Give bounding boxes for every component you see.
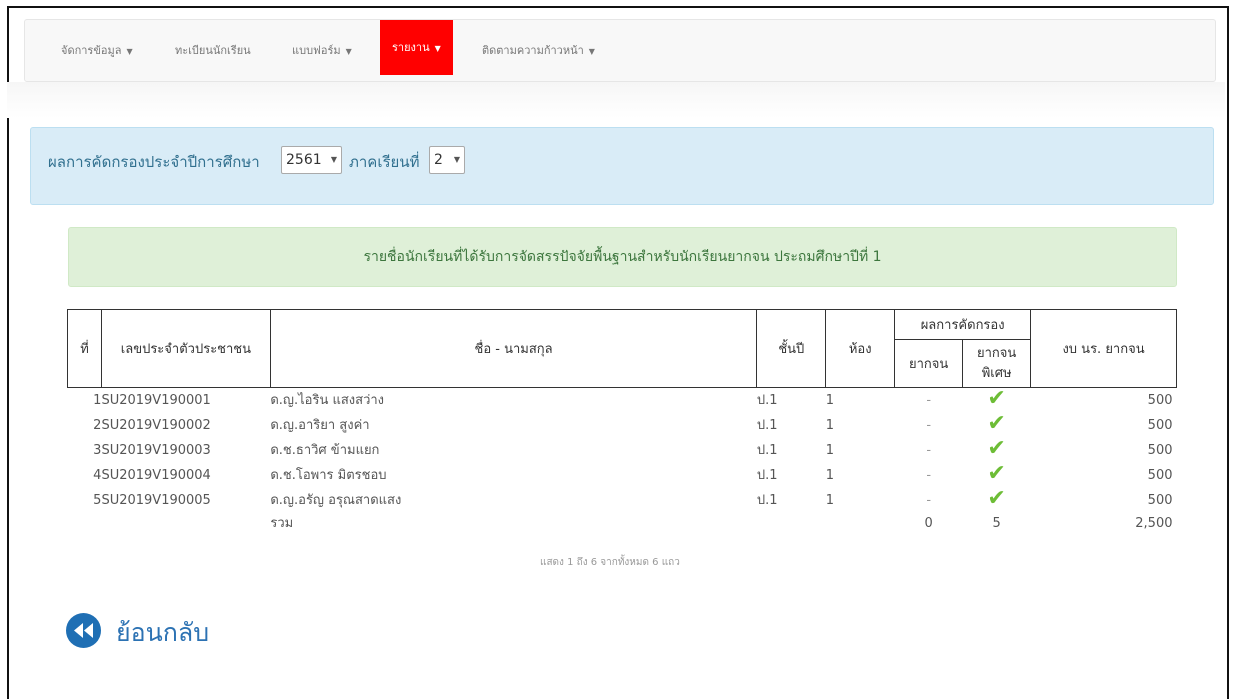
nav-reports[interactable]: รายงาน ▼ [380,20,453,75]
header-name: ชื่อ - นามสกุล [269,309,758,388]
cell-poor: - [926,492,932,508]
total-poor: 0 [924,516,933,531]
nav-data-management[interactable]: จัดการข้อมูล ▼ [61,20,133,81]
cell-room: 1 [825,467,835,483]
cell-citizen-id: SU2019V190002 [101,417,211,433]
cell-citizen-id: SU2019V190004 [101,467,211,483]
header-screening: ผลการคัดกรอง [894,309,1032,340]
report-table: ที่ เลขประจำตัวประชาชน ชื่อ - นามสกุล ชั… [67,309,1177,535]
header-background [7,82,1225,118]
term-select-value: 2 [434,152,443,168]
check-icon: ✔ [987,486,1006,511]
cell-room: 1 [825,392,835,408]
caret-down-icon: ▼ [126,46,133,56]
table-row: 4 SU2019V190004 ด.ช.โอพาร มิตรชอบ ป.1 1 … [68,463,1177,488]
check-icon: ✔ [987,386,1006,411]
cell-very-poor: ✔ [963,388,1031,414]
cell-citizen-id: SU2019V190001 [101,392,211,408]
header-room: ห้อง [825,309,896,388]
check-icon: ✔ [987,461,1006,486]
cell-grade: ป.1 [756,467,778,483]
cell-poor: - [926,467,932,483]
cell-name: ด.ญ.ไอริน แสงสว่าง [270,392,385,408]
year-select-value: 2561 [286,152,322,168]
term-label: ภาคเรียนที่ [349,153,420,171]
cell-no: 3 [93,442,102,458]
header-grade: ชั้นปี [756,309,827,388]
cell-name: ด.ช.โอพาร มิตรชอบ [270,467,387,483]
cell-name: ด.ญ.อรัญ อรุณสาดแสง [270,492,402,508]
cell-name: ด.ญ.อาริยา สูงค่า [270,417,370,433]
cell-no: 1 [93,392,102,408]
cell-citizen-id: SU2019V190003 [101,442,211,458]
cell-poor: - [926,442,932,458]
filter-prefix-label: ผลการคัดกรองประจำปีการศึกษา [48,153,260,171]
header-very-poor: ยากจนพิเศษ [962,339,1032,388]
top-navbar: จัดการข้อมูล ▼ ทะเบียนนักเรียน แบบฟอร์ม ▼ … [24,19,1216,82]
report-title-banner: รายชื่อนักเรียนที่ได้รับการจัดสรรปัจจัยพ… [68,227,1177,287]
cell-room: 1 [825,492,835,508]
cell-grade: ป.1 [756,492,778,508]
total-label: รวม [270,516,294,531]
cell-no: 2 [93,417,102,433]
cell-budget: 500 [1147,442,1173,458]
header-poor: ยากจน [894,339,964,388]
cell-budget: 500 [1147,467,1173,483]
report-title: รายชื่อนักเรียนที่ได้รับการจัดสรรปัจจัยพ… [363,249,882,265]
check-icon: ✔ [987,436,1006,461]
nav-label: จัดการข้อมูล [61,44,122,57]
caret-down-icon: ▼ [453,155,460,164]
nav-forms[interactable]: แบบฟอร์ม ▼ [292,20,352,81]
rewind-icon [66,613,101,648]
filter-panel: ผลการคัดกรองประจำปีการศึกษา 2561 ▼ ภาคเร… [30,127,1214,205]
cell-very-poor: ✔ [963,488,1031,513]
cell-grade: ป.1 [756,417,778,433]
cell-very-poor: ✔ [963,438,1031,463]
year-select[interactable]: 2561 ▼ [281,146,342,174]
nav-label: แบบฟอร์ม [292,44,341,57]
nav-label: ทะเบียนนักเรียน [175,44,251,57]
cell-budget: 500 [1147,417,1173,433]
header-no: ที่ [67,309,102,388]
table-row: 1 SU2019V190001 ด.ญ.ไอริน แสงสว่าง ป.1 1… [68,388,1177,414]
caret-down-icon: ▼ [588,46,595,56]
cell-citizen-id: SU2019V190005 [101,492,211,508]
cell-room: 1 [825,442,835,458]
caret-down-icon: ▼ [345,46,352,56]
header-citizen-id: เลขประจำตัวประชาชน [100,309,271,388]
cell-poor: - [926,392,932,408]
cell-very-poor: ✔ [963,413,1031,438]
cell-no: 5 [93,492,102,508]
cell-grade: ป.1 [756,392,778,408]
cell-no: 4 [93,467,102,483]
total-very-poor: 5 [992,516,1001,531]
check-icon: ✔ [987,411,1006,436]
nav-progress-tracking[interactable]: ติดตามความก้าวหน้า ▼ [482,20,595,81]
table-row: 2 SU2019V190002 ด.ญ.อาริยา สูงค่า ป.1 1 … [68,413,1177,438]
back-label: ย้อนกลับ [116,618,210,647]
cell-budget: 500 [1147,392,1173,408]
nav-label: ติดตามความก้าวหน้า [482,44,584,57]
term-select[interactable]: 2 ▼ [429,146,465,174]
nav-student-registry[interactable]: ทะเบียนนักเรียน [175,20,251,81]
cell-name: ด.ช.ธาวิศ ข้ามแยก [270,442,380,458]
cell-very-poor: ✔ [963,463,1031,488]
cell-budget: 500 [1147,492,1173,508]
total-row: รวม 0 5 2,500 [68,513,1177,535]
table-row: 5 SU2019V190005 ด.ญ.อรัญ อรุณสาดแสง ป.1 … [68,488,1177,513]
paging-info: แสดง 1 ถึง 6 จากทั้งหมด 6 แถว [540,557,680,568]
caret-down-icon: ▼ [434,43,441,53]
cell-grade: ป.1 [756,442,778,458]
cell-room: 1 [825,417,835,433]
table-row: 3 SU2019V190003 ด.ช.ธาวิศ ข้ามแยก ป.1 1 … [68,438,1177,463]
nav-label: รายงาน [392,41,430,54]
total-budget: 2,500 [1135,516,1173,531]
caret-down-icon: ▼ [330,155,337,164]
header-budget: งบ นร. ยากจน [1030,309,1177,388]
cell-poor: - [926,417,932,433]
